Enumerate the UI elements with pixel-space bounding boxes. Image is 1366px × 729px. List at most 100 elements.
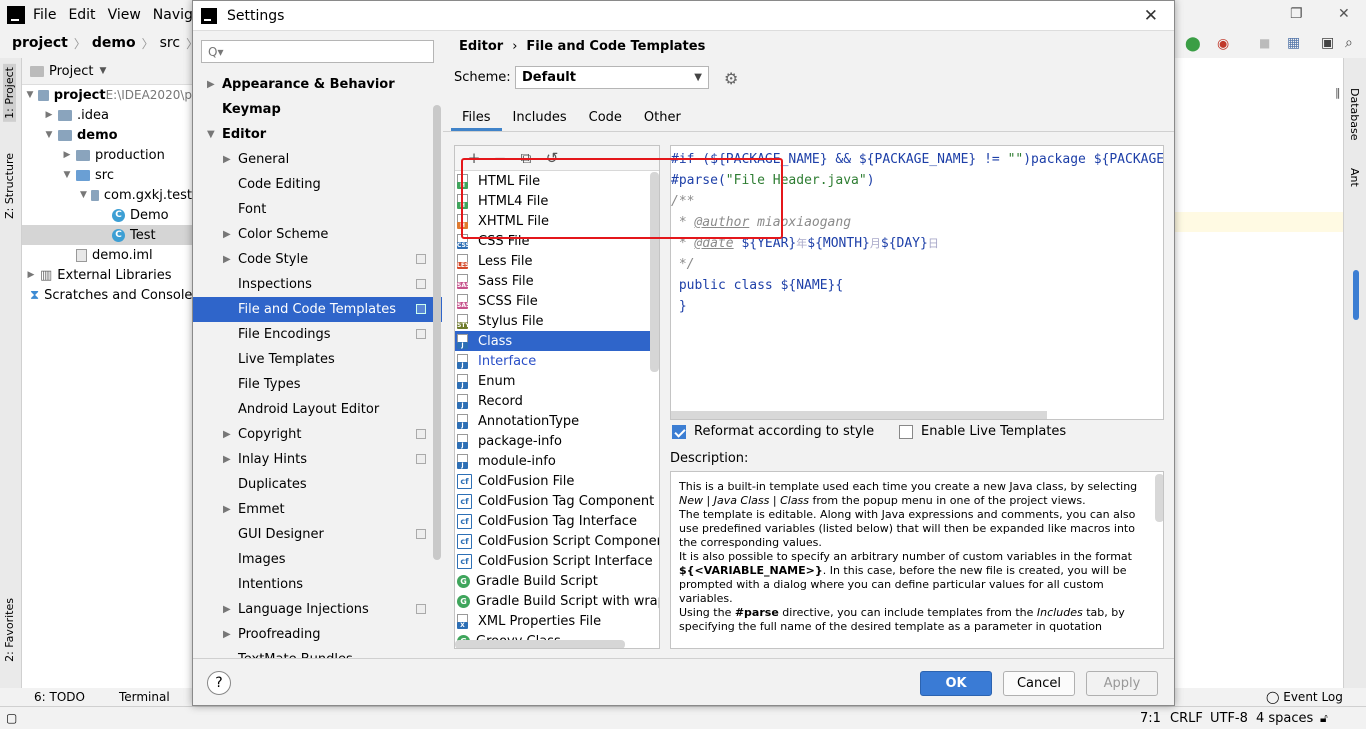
database-tool-tab[interactable]: Database <box>1348 88 1361 141</box>
settings-tree-scrollbar[interactable] <box>433 105 441 560</box>
chevron-down-icon[interactable]: ▼ <box>99 66 106 76</box>
apply-button[interactable]: Apply <box>1086 671 1158 696</box>
status-square-icon[interactable]: ▢ <box>6 711 17 725</box>
chevron-down-icon[interactable]: ▼ <box>207 129 215 140</box>
menu-file[interactable]: File <box>33 7 56 23</box>
settings-tree-item[interactable]: Code Editing <box>193 172 442 197</box>
template-list-item[interactable]: SASS Sass File <box>455 271 659 291</box>
template-list-item[interactable]: cf ColdFusion File <box>455 471 659 491</box>
template-list-hscrollbar[interactable] <box>455 640 625 648</box>
run-window-icon[interactable]: ▣ <box>1321 35 1334 51</box>
chevron-right-icon[interactable]: ▶ <box>62 150 72 160</box>
project-tree-item[interactable]: C Demo <box>22 205 192 225</box>
template-list-item[interactable]: G Gradle Build Script <box>455 571 659 591</box>
cancel-button[interactable]: Cancel <box>1003 671 1075 696</box>
template-list-item[interactable]: cf ColdFusion Tag Component <box>455 491 659 511</box>
structure-tool-tab[interactable]: Z: Structure <box>3 153 16 219</box>
template-list-item[interactable]: CSS CSS File <box>455 231 659 251</box>
template-code-editor[interactable]: } public class ${NAME}{ */ * @date ${YEA… <box>670 145 1164 420</box>
project-tool-tab[interactable]: 1: Project <box>3 64 16 122</box>
chevron-down-icon[interactable]: ▼ <box>26 90 34 100</box>
settings-tree-item[interactable]: TextMate Bundles <box>193 647 442 658</box>
project-tree-item[interactable]: ▶ .idea <box>22 105 192 125</box>
settings-tree-item[interactable]: ▶ Code Style <box>193 247 442 272</box>
template-list-item[interactable]: J AnnotationType <box>455 411 659 431</box>
settings-tree-item[interactable]: ▶ Proofreading <box>193 622 442 647</box>
gear-icon[interactable]: ⚙ <box>724 69 738 88</box>
template-list-item[interactable]: J Interface <box>455 351 659 371</box>
settings-tree-item[interactable]: ▼ Editor <box>193 122 442 147</box>
chevron-right-icon[interactable]: ▶ <box>223 454 231 465</box>
todo-tool-tab[interactable]: 6: TODO <box>34 690 85 704</box>
nav-crumb-src[interactable]: src <box>160 35 180 51</box>
chevron-right-icon[interactable]: ▶ <box>223 504 231 515</box>
template-list-item[interactable]: J Class <box>455 331 659 351</box>
file-encoding[interactable]: UTF-8 <box>1210 711 1248 726</box>
settings-tree-item[interactable]: GUI Designer <box>193 522 442 547</box>
chevron-right-icon[interactable]: ▶ <box>44 110 54 120</box>
help-button[interactable]: ? <box>207 671 231 695</box>
template-list-scrollbar[interactable] <box>650 172 659 372</box>
live-templates-checkbox[interactable] <box>899 424 913 439</box>
remove-template-icon[interactable]: − <box>487 149 513 167</box>
copy-template-icon[interactable]: ⧉ <box>513 149 539 167</box>
settings-tree-item[interactable]: Duplicates <box>193 472 442 497</box>
indent-setting[interactable]: 4 spaces <box>1256 711 1313 726</box>
settings-tree-item[interactable]: Keymap <box>193 97 442 122</box>
template-list-item[interactable]: H XHTML File <box>455 211 659 231</box>
scroll-thumb[interactable] <box>1353 270 1359 320</box>
nav-crumb-demo[interactable]: demo <box>92 35 136 51</box>
code-hscrollbar[interactable] <box>671 411 1047 419</box>
chevron-down-icon[interactable]: ▼ <box>80 190 87 200</box>
tab-files[interactable]: Files <box>451 108 502 131</box>
project-tree-item[interactable]: ⧗ Scratches and Consoles <box>22 285 192 305</box>
settings-tree-item[interactable]: ▶ Inlay Hints <box>193 447 442 472</box>
chevron-right-icon[interactable]: ▶ <box>223 604 231 615</box>
settings-tree-item[interactable]: Font <box>193 197 442 222</box>
settings-tree-item[interactable]: ▶ Copyright <box>193 422 442 447</box>
settings-tree-item[interactable]: Images <box>193 547 442 572</box>
caret-position[interactable]: 7:1 <box>1140 711 1161 726</box>
tab-other[interactable]: Other <box>633 108 692 131</box>
settings-tree-item[interactable]: Inspections <box>193 272 442 297</box>
chevron-right-icon[interactable]: ▶ <box>223 154 231 165</box>
settings-tree-item[interactable]: ▶ General <box>193 147 442 172</box>
live-templates-checkbox-row[interactable]: Enable Live Templates <box>899 424 1066 439</box>
settings-tree-item[interactable]: File Types <box>193 372 442 397</box>
ant-tool-tab[interactable]: Ant <box>1348 168 1361 187</box>
window-close-icon[interactable]: ✕ <box>1338 6 1350 22</box>
project-tree-item[interactable]: ▶ ▥ External Libraries <box>22 265 192 285</box>
settings-tree-item[interactable]: Live Templates <box>193 347 442 372</box>
favorites-tool-tab[interactable]: 2: Favorites <box>3 598 16 662</box>
settings-tree-item[interactable]: File and Code Templates <box>193 297 442 322</box>
chevron-right-icon[interactable]: ▶ <box>207 79 215 90</box>
reformat-checkbox[interactable] <box>672 424 686 439</box>
description-scrollbar[interactable] <box>1155 474 1163 522</box>
add-template-icon[interactable]: + <box>461 149 487 167</box>
template-list-item[interactable]: STYL Stylus File <box>455 311 659 331</box>
settings-tree-item[interactable]: Intentions <box>193 572 442 597</box>
reset-template-icon[interactable]: ↺ <box>539 149 565 167</box>
restore-icon[interactable]: ❐ <box>1290 6 1303 22</box>
chevron-right-icon[interactable]: ▶ <box>26 270 36 280</box>
project-tree-item[interactable]: ▼ src <box>22 165 192 185</box>
line-separator[interactable]: CRLF <box>1170 711 1203 726</box>
settings-tree-item[interactable]: File Encodings <box>193 322 442 347</box>
template-list-item[interactable]: X XML Properties File <box>455 611 659 631</box>
close-icon[interactable]: ✕ <box>1144 6 1158 26</box>
ok-button[interactable]: OK <box>920 671 992 696</box>
profile-icon[interactable]: ◉ <box>1217 36 1229 52</box>
template-list-item[interactable]: LESS Less File <box>455 251 659 271</box>
tab-includes[interactable]: Includes <box>502 108 578 131</box>
template-list-item[interactable]: J Enum <box>455 371 659 391</box>
template-list-item[interactable]: H HTML File <box>455 171 659 191</box>
chevron-right-icon[interactable]: ▶ <box>223 254 231 265</box>
template-list-item[interactable]: SASS SCSS File <box>455 291 659 311</box>
debug-icon[interactable]: ⬤ <box>1185 36 1201 52</box>
stop-icon[interactable]: ■ <box>1259 36 1270 50</box>
nav-crumb-project[interactable]: project <box>12 35 68 51</box>
template-list-item[interactable]: Jpackage-info <box>455 431 659 451</box>
template-list-item[interactable]: G Gradle Build Script with wrappe <box>455 591 659 611</box>
terminal-tool-tab[interactable]: Terminal <box>119 690 170 704</box>
menu-edit[interactable]: Edit <box>68 7 95 23</box>
